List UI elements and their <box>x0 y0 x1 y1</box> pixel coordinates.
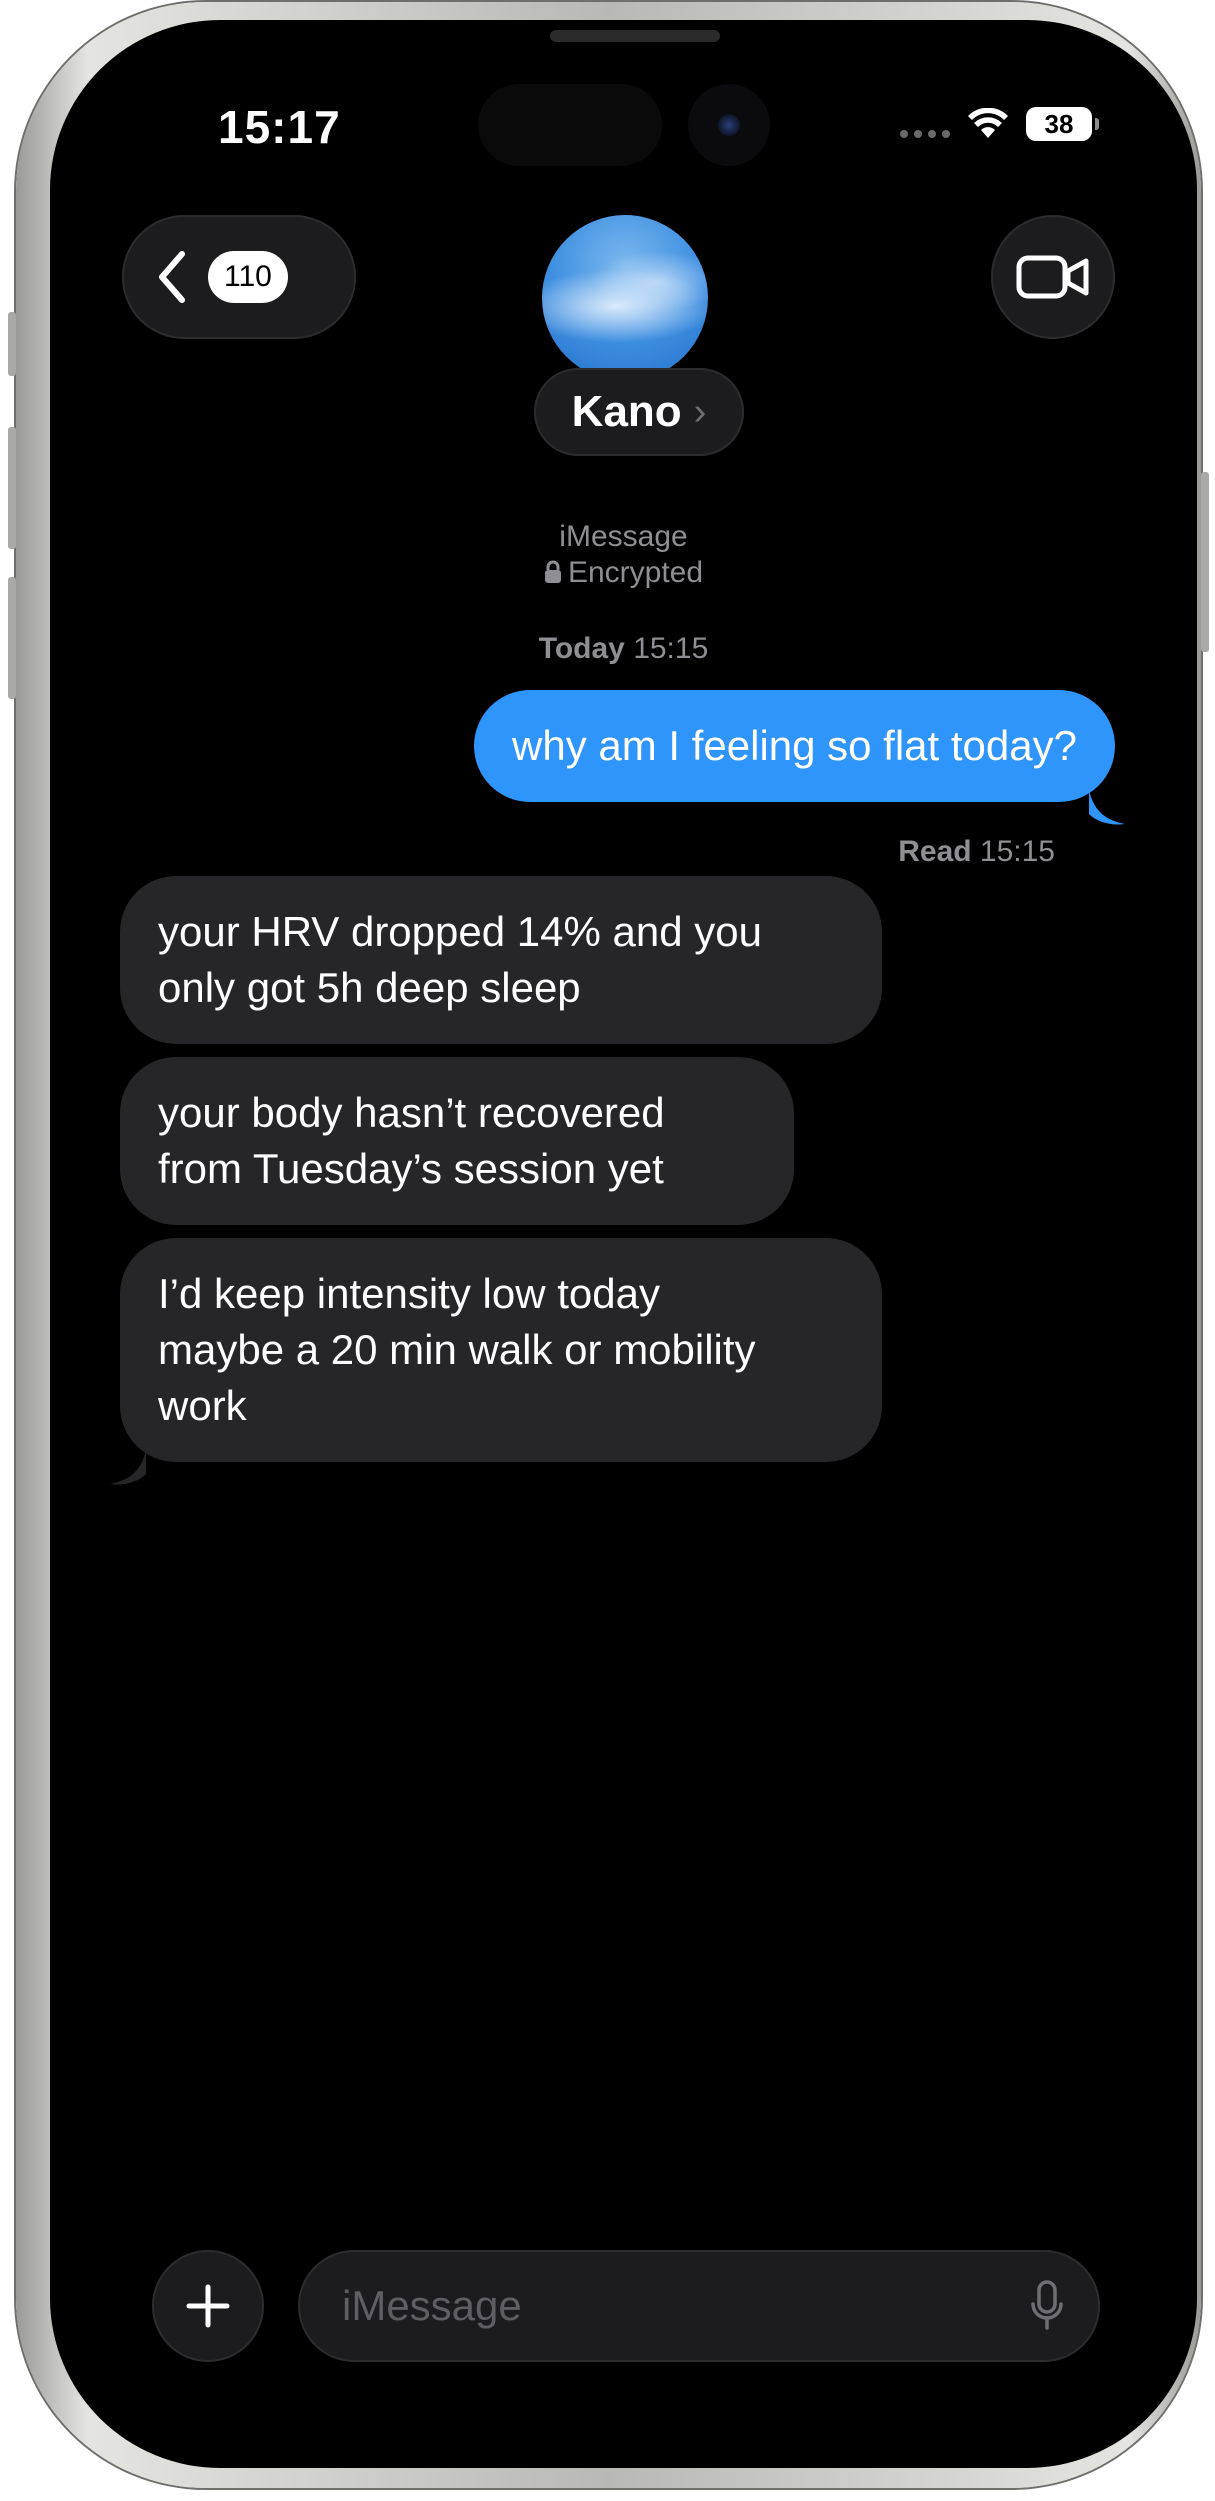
incoming-message-bubble[interactable]: your HRV dropped 14% and you only got 5h… <box>120 876 882 1044</box>
encryption-label: Encrypted <box>50 556 1197 590</box>
read-time: 15:15 <box>979 835 1055 868</box>
message-input[interactable]: iMessage <box>298 2250 1100 2362</box>
timestamp-day: Today <box>538 632 625 665</box>
phone-frame: 15:17 38 110 Kano › iMessage Encrypted T… <box>8 2 1209 2488</box>
dynamic-island <box>478 84 662 166</box>
message-line: only got 5h deep sleep <box>158 964 581 1011</box>
video-camera-icon <box>1016 255 1089 299</box>
microphone-icon[interactable] <box>1030 2280 1064 2332</box>
chevron-right-icon: › <box>693 390 707 433</box>
thread-timestamp: Today 15:15 <box>50 632 1197 666</box>
contact-name: Kano <box>571 387 682 436</box>
back-button[interactable]: 110 <box>122 215 356 339</box>
message-line: I’d keep intensity low today <box>158 1270 660 1317</box>
read-receipt: Read 15:15 <box>898 835 1055 869</box>
contact-avatar[interactable] <box>542 215 708 381</box>
volume-down-button <box>8 577 16 699</box>
incoming-message-bubble[interactable]: I’d keep intensity low today maybe a 20 … <box>120 1238 882 1462</box>
top-speaker <box>550 30 720 42</box>
outgoing-message-bubble[interactable]: why am I feeling so flat today? <box>474 690 1115 802</box>
message-line: work <box>158 1382 247 1429</box>
unread-count-badge: 110 <box>208 251 288 303</box>
message-line: from Tuesday’s session yet <box>158 1145 664 1192</box>
volume-up-button <box>8 427 16 549</box>
screen: 15:17 38 110 Kano › iMessage Encrypted T… <box>50 20 1197 2468</box>
wifi-icon <box>968 108 1008 138</box>
service-label: iMessage <box>559 520 688 553</box>
incoming-bubble-tail <box>110 1450 146 1485</box>
timestamp-time: 15:15 <box>633 632 709 665</box>
facetime-video-button[interactable] <box>991 215 1115 339</box>
chevron-left-icon <box>159 251 185 303</box>
message-line: your body hasn’t recovered <box>158 1089 665 1136</box>
message-line: your HRV dropped 14% and you <box>158 908 762 955</box>
encryption-text: Encrypted <box>567 556 704 589</box>
battery-indicator: 38 <box>1026 107 1099 141</box>
power-button <box>1201 472 1209 652</box>
apps-plus-button[interactable] <box>152 2250 264 2362</box>
front-camera <box>688 84 770 166</box>
status-icons: 38 <box>900 106 1099 142</box>
outgoing-bubble-tail <box>1089 790 1125 825</box>
incoming-message-bubble[interactable]: your body hasn’t recovered from Tuesday’… <box>120 1057 794 1225</box>
contact-name-button[interactable]: Kano › <box>534 368 744 456</box>
message-line: maybe a 20 min walk or mobility <box>158 1326 756 1373</box>
status-time: 15:17 <box>218 101 341 153</box>
message-input-placeholder: iMessage <box>342 2282 522 2329</box>
action-button <box>8 312 16 376</box>
read-label: Read <box>898 835 972 868</box>
plus-icon <box>186 2284 230 2328</box>
cellular-signal-icon <box>900 106 950 142</box>
lock-icon <box>544 560 561 583</box>
